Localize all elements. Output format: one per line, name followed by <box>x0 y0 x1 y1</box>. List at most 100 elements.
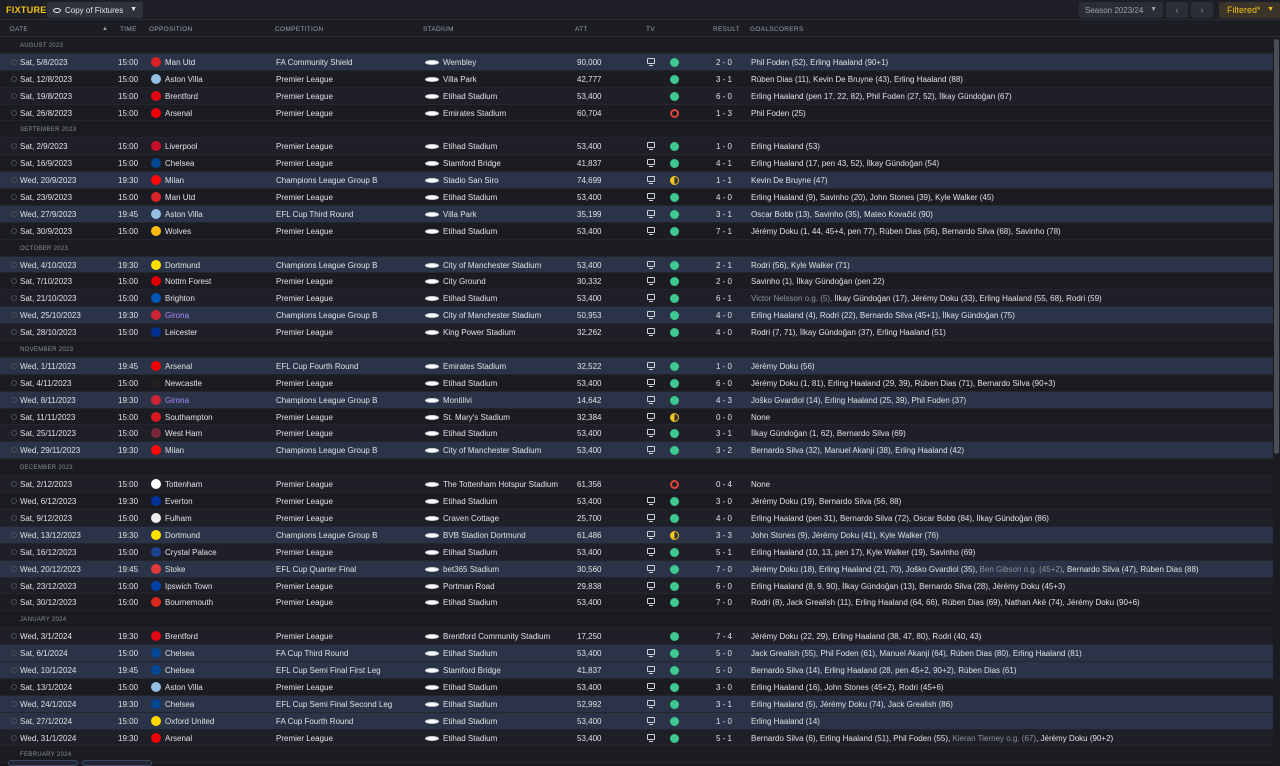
col-date[interactable]: DATE <box>10 26 28 33</box>
col-att[interactable]: ATT <box>575 26 588 33</box>
filter-button[interactable]: Filtered* ▼ <box>1219 2 1280 18</box>
result-score[interactable]: 1 - 0 <box>716 142 732 151</box>
opposition-name[interactable]: Nottm Forest <box>165 277 211 286</box>
fixture-row[interactable]: Sat, 6/1/2024 15:00 Chelsea FA Cup Third Ro… <box>0 645 1273 662</box>
fixture-row[interactable]: Wed, 31/1/2024 19:30 Arsenal Premier League… <box>0 729 1273 747</box>
competition-name[interactable]: Champions League Group B <box>276 176 377 185</box>
result-score[interactable]: 7 - 0 <box>716 565 732 574</box>
opposition-name[interactable]: Chelsea <box>165 666 194 675</box>
opposition-name[interactable]: Bournemouth <box>165 598 213 607</box>
opposition-name[interactable]: Arsenal <box>165 109 192 118</box>
opposition-name[interactable]: Southampton <box>165 413 213 422</box>
fixture-row[interactable]: Sat, 12/8/2023 15:00 Aston Villa Premier Le… <box>0 70 1273 88</box>
result-score[interactable]: 3 - 0 <box>716 683 732 692</box>
fixture-row[interactable]: Sat, 7/10/2023 15:00 Nottm Forest Premier L… <box>0 273 1273 291</box>
fixture-row[interactable]: Wed, 6/12/2023 19:30 Everton Premier League… <box>0 493 1273 510</box>
fixture-row[interactable]: Sat, 19/8/2023 15:00 Brentford Premier Leag… <box>0 87 1273 105</box>
opposition-name[interactable]: Dortmund <box>165 261 200 270</box>
competition-name[interactable]: FA Community Shield <box>276 58 352 67</box>
result-score[interactable]: 3 - 1 <box>716 75 732 84</box>
competition-name[interactable]: Premier League <box>276 227 333 236</box>
fixture-row[interactable]: Wed, 24/1/2024 19:30 Chelsea EFL Cup Semi F… <box>0 695 1273 713</box>
result-score[interactable]: 6 - 0 <box>716 582 732 591</box>
select-radio[interactable] <box>11 194 17 201</box>
result-score[interactable]: 4 - 0 <box>716 514 732 523</box>
next-button[interactable]: › <box>1191 2 1213 18</box>
competition-name[interactable]: Premier League <box>276 548 333 557</box>
col-result[interactable]: RESULT <box>713 26 740 33</box>
opposition-name[interactable]: Arsenal <box>165 734 192 743</box>
competition-name[interactable]: Premier League <box>276 294 333 303</box>
result-score[interactable]: 0 - 4 <box>716 480 732 489</box>
select-radio[interactable] <box>11 498 17 505</box>
result-score[interactable]: 4 - 3 <box>716 396 732 405</box>
select-radio[interactable] <box>11 700 17 707</box>
col-opposition[interactable]: OPPOSITION <box>149 26 192 33</box>
competition-name[interactable]: Premier League <box>276 328 333 337</box>
select-radio[interactable] <box>11 565 17 572</box>
result-score[interactable]: 7 - 0 <box>716 598 732 607</box>
result-score[interactable]: 4 - 0 <box>716 193 732 202</box>
result-score[interactable]: 1 - 3 <box>716 109 732 118</box>
select-radio[interactable] <box>11 362 17 369</box>
result-score[interactable]: 2 - 0 <box>716 277 732 286</box>
opposition-name[interactable]: Chelsea <box>165 700 194 709</box>
fixture-row[interactable]: Sat, 16/9/2023 15:00 Chelsea Premier League… <box>0 155 1273 173</box>
fixture-row[interactable]: Sat, 11/11/2023 15:00 Southampton Premier L… <box>0 408 1273 426</box>
result-score[interactable]: 7 - 4 <box>716 632 732 641</box>
select-radio[interactable] <box>11 160 17 167</box>
opposition-name[interactable]: Aston Villa <box>165 210 203 219</box>
competition-name[interactable]: Premier League <box>276 75 333 84</box>
select-radio[interactable] <box>11 92 17 99</box>
result-score[interactable]: 3 - 2 <box>716 446 732 455</box>
opposition-name[interactable]: Brentford <box>165 92 198 101</box>
select-radio[interactable] <box>11 481 17 488</box>
select-radio[interactable] <box>11 548 17 555</box>
fixture-row[interactable]: Sat, 16/12/2023 15:00 Crystal Palace Premie… <box>0 543 1273 561</box>
scrollbar[interactable] <box>1273 37 1280 764</box>
fixture-row[interactable]: Wed, 25/10/2023 19:30 Girona Champions Leag… <box>0 307 1273 325</box>
result-score[interactable]: 5 - 0 <box>716 649 732 658</box>
result-score[interactable]: 6 - 1 <box>716 294 732 303</box>
competition-name[interactable]: Premier League <box>276 277 333 286</box>
fixture-row[interactable]: Wed, 1/11/2023 19:45 Arsenal EFL Cup Fourth… <box>0 357 1273 375</box>
select-radio[interactable] <box>11 75 17 82</box>
result-score[interactable]: 3 - 1 <box>716 210 732 219</box>
opposition-name[interactable]: Brentford <box>165 632 198 641</box>
select-radio[interactable] <box>11 210 17 217</box>
select-radio[interactable] <box>11 717 17 724</box>
opposition-name[interactable]: Stoke <box>165 565 185 574</box>
competition-name[interactable]: Premier League <box>276 514 333 523</box>
opposition-name[interactable]: Liverpool <box>165 142 197 151</box>
fixture-row[interactable]: Wed, 4/10/2023 19:30 Dortmund Champions Lea… <box>0 256 1273 274</box>
select-radio[interactable] <box>11 58 17 65</box>
competition-name[interactable]: FA Cup Fourth Round <box>276 717 353 726</box>
competition-name[interactable]: Premier League <box>276 598 333 607</box>
competition-name[interactable]: Premier League <box>276 379 333 388</box>
competition-name[interactable]: Premier League <box>276 632 333 641</box>
select-radio[interactable] <box>11 109 17 116</box>
fixture-row[interactable]: Sat, 23/9/2023 15:00 Man Utd Premier League… <box>0 189 1273 206</box>
fixture-row[interactable]: Sat, 28/10/2023 15:00 Leicester Premier Lea… <box>0 324 1273 342</box>
opposition-name[interactable]: Girona <box>165 311 189 320</box>
result-score[interactable]: 5 - 1 <box>716 734 732 743</box>
select-radio[interactable] <box>11 650 17 657</box>
result-score[interactable]: 3 - 1 <box>716 429 732 438</box>
scrollbar-thumb[interactable] <box>1274 39 1279 454</box>
fixture-row[interactable]: Wed, 10/1/2024 19:45 Chelsea EFL Cup Semi F… <box>0 661 1273 679</box>
competition-name[interactable]: EFL Cup Quarter Final <box>276 565 356 574</box>
fixture-row[interactable]: Sat, 23/12/2023 15:00 Ipswich Town Premier … <box>0 577 1273 595</box>
competition-name[interactable]: EFL Cup Semi Final Second Leg <box>276 700 392 709</box>
opposition-name[interactable]: Chelsea <box>165 649 194 658</box>
opposition-name[interactable]: Milan <box>165 446 184 455</box>
opposition-name[interactable]: Ipswich Town <box>165 582 212 591</box>
fixture-row[interactable]: Wed, 27/9/2023 19:45 Aston Villa EFL Cup Th… <box>0 205 1273 223</box>
select-radio[interactable] <box>11 278 17 285</box>
competition-name[interactable]: Premier League <box>276 109 333 118</box>
select-radio[interactable] <box>11 514 17 521</box>
select-radio[interactable] <box>11 430 17 437</box>
result-score[interactable]: 1 - 0 <box>716 362 732 371</box>
competition-name[interactable]: EFL Cup Third Round <box>276 210 353 219</box>
competition-name[interactable]: Champions League Group B <box>276 261 377 270</box>
sort-arrow-icon[interactable]: ▲ <box>102 26 108 32</box>
